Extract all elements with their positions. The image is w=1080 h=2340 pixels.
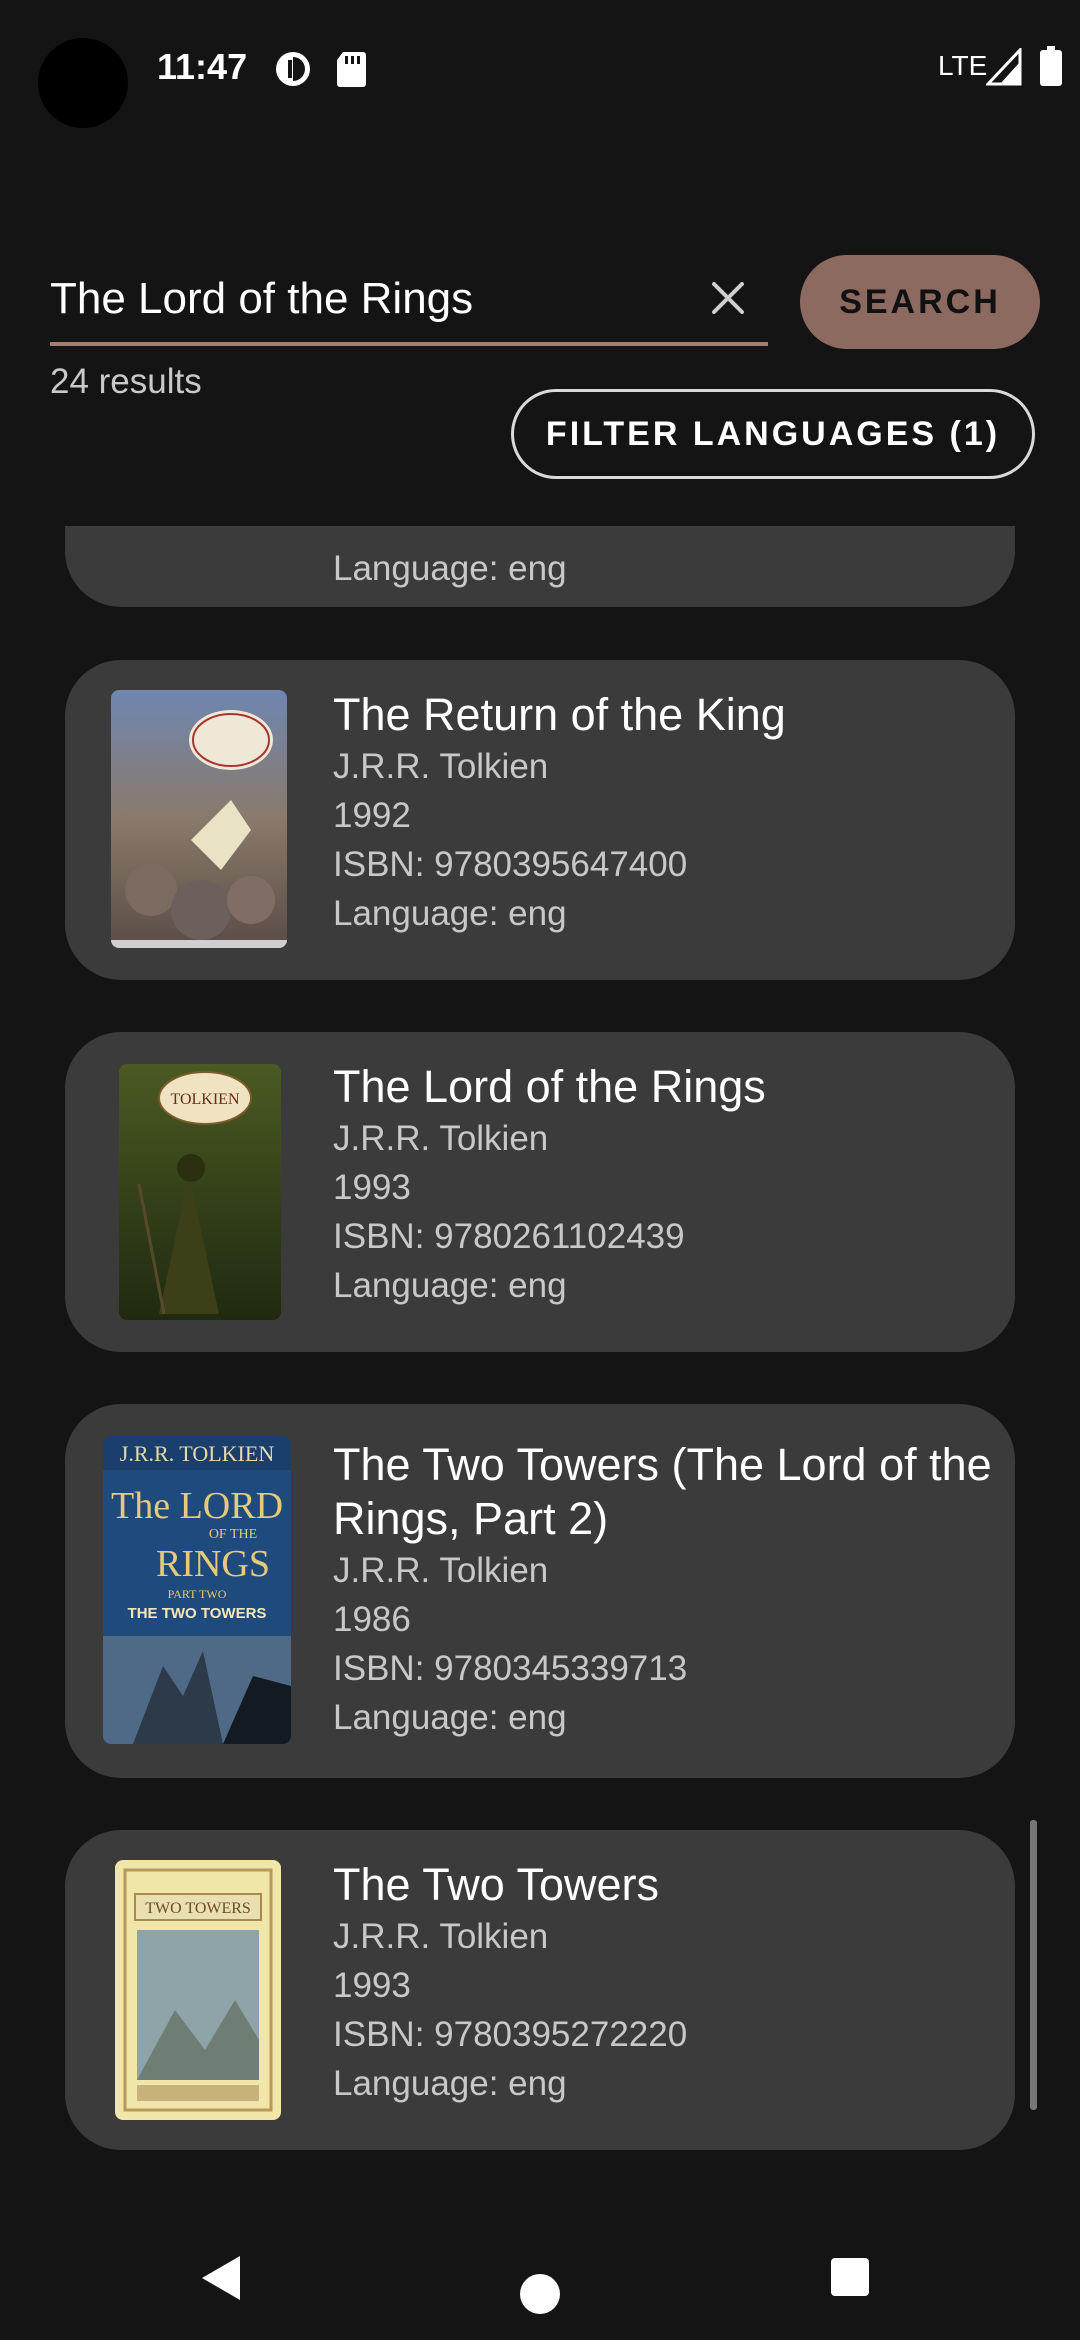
book-title: The Two Towers (The Lord of the Rings, P… — [333, 1439, 992, 1544]
book-card[interactable]: The Return of the King J.R.R. Tolkien 19… — [65, 660, 1015, 980]
filter-languages-button[interactable]: FILTER LANGUAGES (1) — [511, 389, 1035, 479]
book-year: 1986 — [333, 1600, 411, 1639]
book-author: J.R.R. Tolkien — [333, 1119, 549, 1158]
book-language: Language: eng — [333, 1266, 567, 1305]
home-icon[interactable] — [520, 2274, 560, 2314]
book-isbn: ISBN: 9780345339713 — [333, 1649, 688, 1688]
book-card[interactable]: Language: eng — [65, 526, 1015, 607]
book-isbn: ISBN: 9780261102439 — [333, 1217, 685, 1256]
cover-text: OF THE — [209, 1527, 257, 1542]
results-list[interactable]: Language: eng The Return of the King J.R… — [0, 526, 1080, 2216]
book-cover-image — [111, 690, 287, 948]
status-bar: 11:47 LTE — [0, 0, 1080, 140]
network-type: LTE — [938, 50, 988, 81]
cover-text: THE TWO TOWERS — [128, 1605, 267, 1622]
sd-card-icon — [337, 52, 366, 87]
close-icon[interactable] — [706, 276, 750, 320]
book-year: 1992 — [333, 796, 411, 835]
cover-text: TWO TOWERS — [145, 1900, 251, 1917]
book-author: J.R.R. Tolkien — [333, 1551, 549, 1590]
book-isbn: ISBN: 9780395647400 — [333, 845, 688, 884]
book-card[interactable]: TWO TOWERS The Two Towers J.R.R. Tolkien… — [65, 1830, 1015, 2150]
scrollbar[interactable] — [1030, 1820, 1037, 2110]
book-cover-image: TWO TOWERS — [115, 1860, 281, 2120]
cover-text: J.R.R. TOLKIEN — [120, 1441, 275, 1466]
search-button[interactable]: SEARCH — [800, 255, 1040, 349]
book-year: 1993 — [333, 1168, 411, 1207]
navigation-bar — [0, 2216, 1080, 2340]
battery-icon — [1040, 46, 1062, 86]
book-author: J.R.R. Tolkien — [333, 1917, 549, 1956]
cover-text: The LORD — [111, 1485, 283, 1527]
book-cover-image: TOLKIEN — [119, 1064, 281, 1320]
results-count: 24 results — [50, 362, 202, 401]
book-language: Language: eng — [333, 549, 567, 588]
book-cover-image: J.R.R. TOLKIEN The LORD OF THE RINGS PAR… — [103, 1436, 291, 1744]
book-language: Language: eng — [333, 1698, 567, 1737]
book-language: Language: eng — [333, 894, 567, 933]
cover-text: PART TWO — [168, 1587, 227, 1601]
book-isbn: ISBN: 9780395272220 — [333, 2015, 688, 2054]
cover-text: TOLKIEN — [170, 1091, 239, 1108]
book-title: The Return of the King — [333, 689, 786, 740]
status-time: 11:47 — [157, 46, 248, 87]
search-field[interactable] — [50, 258, 768, 346]
signal-icon — [986, 48, 1022, 86]
camera-cutout — [38, 38, 128, 128]
search-input[interactable] — [50, 264, 670, 334]
book-title: The Lord of the Rings — [333, 1061, 766, 1112]
data-saver-icon — [276, 52, 310, 86]
book-author: J.R.R. Tolkien — [333, 747, 549, 786]
back-icon[interactable] — [198, 2254, 244, 2302]
book-language: Language: eng — [333, 2064, 567, 2103]
cover-text: RINGS — [156, 1543, 270, 1585]
book-year: 1993 — [333, 1966, 411, 2005]
book-card[interactable]: TOLKIEN The Lord of the Rings J.R.R. Tol… — [65, 1032, 1015, 1352]
book-title: The Two Towers — [333, 1859, 659, 1910]
book-card[interactable]: J.R.R. TOLKIEN The LORD OF THE RINGS PAR… — [65, 1404, 1015, 1778]
recents-icon[interactable] — [831, 2258, 869, 2296]
